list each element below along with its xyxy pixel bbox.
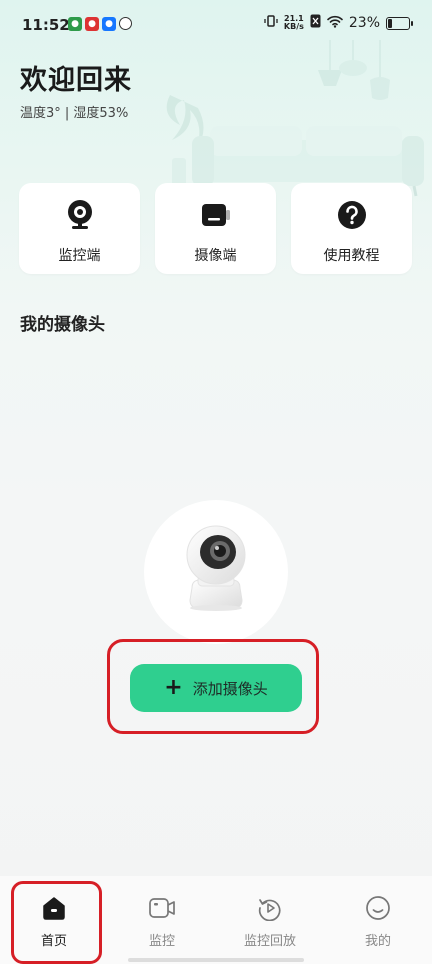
quick-actions: 监控端 摄像端 使用教程 (19, 183, 412, 274)
smiley-icon (364, 894, 392, 922)
tab-label: 监控回放 (243, 934, 296, 949)
network-speed-unit: KB/s (283, 22, 304, 31)
plus-icon: + (164, 675, 183, 700)
home-indicator[interactable] (128, 958, 304, 962)
battery-fill (388, 18, 392, 28)
webcam-icon (64, 199, 96, 231)
notification-icons: ● ● ● (68, 17, 132, 31)
replay-icon (256, 894, 284, 922)
app-notification-icon: ● (68, 17, 82, 31)
tab-label: 监控 (148, 934, 175, 949)
tab-playback[interactable]: 监控回放 (216, 876, 324, 964)
welcome-title: 欢迎回来 (20, 65, 132, 96)
status-right: 21.1 KB/s 23% (264, 14, 413, 32)
add-camera-label: 添加摄像头 (192, 679, 268, 698)
quick-action-label: 监控端 (58, 248, 101, 264)
battery-icon (386, 16, 413, 30)
add-camera-button[interactable]: + 添加摄像头 (130, 664, 302, 712)
network-speed: 21.1 KB/s (284, 15, 304, 31)
alipay-notification-icon: ● (102, 17, 116, 31)
tab-monitor[interactable]: 监控 (108, 876, 216, 964)
camera-device-icon (200, 199, 232, 231)
camera-illustration (144, 500, 288, 644)
my-cameras-title: 我的摄像头 (20, 315, 105, 335)
vibrate-icon (264, 14, 278, 32)
tab-label: 我的 (364, 934, 391, 949)
highlight-annotation (11, 881, 102, 964)
tab-profile[interactable]: 我的 (324, 876, 432, 964)
app-notification-icon: ● (85, 17, 99, 31)
quick-action-label: 摄像端 (194, 248, 237, 264)
tutorial-card[interactable]: 使用教程 (291, 183, 412, 274)
help-icon (336, 199, 368, 231)
security-camera-icon (186, 525, 246, 611)
video-icon (148, 894, 176, 922)
monitor-card[interactable]: 监控端 (19, 183, 140, 274)
status-time: 11:52 (22, 16, 70, 34)
quick-action-label: 使用教程 (323, 248, 380, 264)
camera-card[interactable]: 摄像端 (155, 183, 276, 274)
battery-percent: 23% (348, 15, 380, 31)
app-notification-icon (119, 17, 132, 30)
weather-info: 温度3° | 湿度53% (20, 106, 129, 121)
wifi-icon (327, 15, 343, 32)
no-sim-icon (310, 14, 321, 32)
